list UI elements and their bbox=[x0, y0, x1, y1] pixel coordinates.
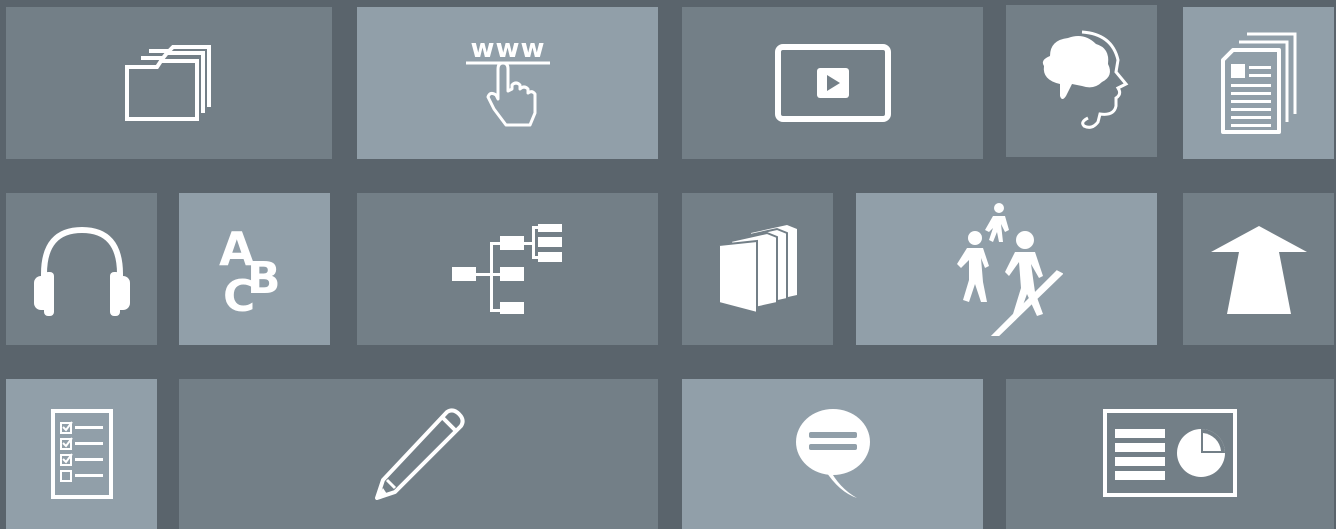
pencil-icon bbox=[373, 408, 465, 500]
tile-write[interactable] bbox=[179, 379, 658, 529]
tile-glossary[interactable]: A B C bbox=[179, 193, 330, 345]
arrow-up-icon bbox=[1210, 224, 1307, 314]
tile-audio[interactable] bbox=[6, 193, 157, 345]
headphones-icon bbox=[30, 222, 134, 316]
tile-website[interactable]: www bbox=[357, 7, 658, 159]
tile-mind[interactable] bbox=[1006, 5, 1157, 157]
speech-bubble-icon bbox=[795, 408, 871, 500]
www-pointer-icon: www bbox=[458, 33, 558, 133]
tile-walkthrough[interactable] bbox=[856, 193, 1157, 345]
tile-files[interactable] bbox=[6, 7, 332, 159]
presentation-icon bbox=[1103, 409, 1237, 499]
www-text: www bbox=[470, 34, 545, 64]
abc-letter-c: C bbox=[223, 271, 255, 317]
tile-video[interactable] bbox=[682, 7, 983, 159]
tile-library[interactable] bbox=[682, 193, 833, 345]
documents-icon bbox=[1219, 30, 1299, 136]
tile-upload[interactable] bbox=[1183, 193, 1334, 345]
tile-presentation[interactable] bbox=[1006, 379, 1334, 529]
tile-discussion[interactable] bbox=[682, 379, 983, 529]
tile-checklist[interactable] bbox=[6, 379, 157, 529]
tile-documents[interactable] bbox=[1183, 7, 1334, 159]
brain-head-icon bbox=[1032, 26, 1132, 136]
abc-icon: A B C bbox=[215, 221, 295, 317]
checklist-icon bbox=[50, 409, 113, 499]
mindmap-icon bbox=[451, 224, 564, 314]
video-player-icon bbox=[774, 44, 891, 122]
hiking-people-icon bbox=[951, 202, 1063, 336]
books-icon bbox=[717, 223, 799, 315]
tile-mindmap[interactable] bbox=[357, 193, 658, 345]
folders-icon bbox=[119, 43, 219, 123]
